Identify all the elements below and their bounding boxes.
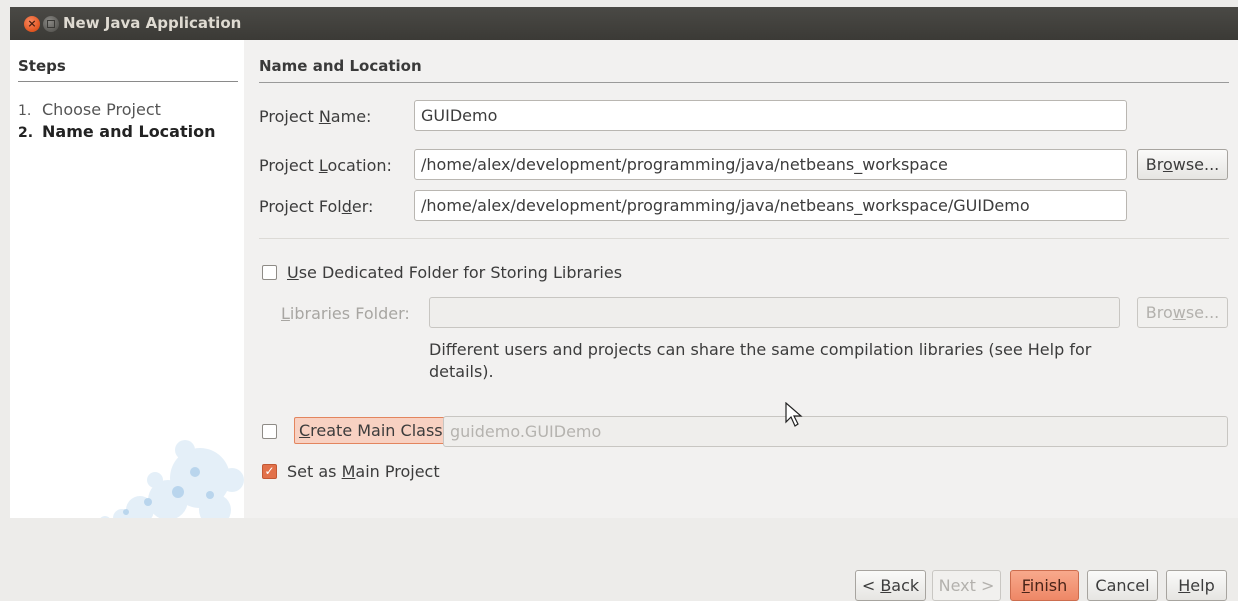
label-text: ocation: [327, 156, 392, 175]
mouse-pointer-icon [785, 402, 803, 427]
label-text: ibraries Folder: [289, 304, 410, 323]
decorative-bubbles-graphic [100, 440, 244, 518]
name-and-location-panel: Name and Location Project Name: GUIDemo … [244, 40, 1238, 518]
btn-text: Bro [1145, 303, 1173, 322]
mnemonic: C [299, 421, 311, 440]
create-main-class-label[interactable]: Create Main Class [294, 417, 448, 444]
label-text: Set as [287, 462, 342, 481]
label-text: er: [351, 197, 374, 216]
btn-text: elp [1190, 576, 1215, 595]
set-main-project-label[interactable]: Set as Main Project [287, 462, 440, 481]
help-line: details). [429, 362, 494, 381]
dedicated-folder-label[interactable]: Use Dedicated Folder for Storing Librari… [287, 263, 622, 282]
section-title: Name and Location [259, 57, 422, 75]
cancel-button[interactable]: Cancel [1087, 570, 1158, 601]
section-divider [259, 82, 1229, 83]
dedicated-folder-checkbox[interactable] [262, 265, 277, 280]
label-text: Project [259, 107, 319, 126]
mnemonic: U [287, 263, 299, 282]
section-separator [259, 238, 1229, 239]
close-icon: × [27, 17, 37, 30]
libraries-folder-input[interactable] [429, 297, 1120, 328]
label-text: ain Project [355, 462, 440, 481]
next-button[interactable]: Next > [932, 570, 1001, 601]
label-text: reate Main Class [310, 421, 443, 440]
mnemonic: H [1178, 576, 1191, 595]
project-folder-input[interactable]: /home/alex/development/programming/java/… [414, 190, 1127, 221]
mnemonic: d [341, 197, 352, 216]
project-location-input[interactable]: /home/alex/development/programming/java/… [414, 149, 1127, 180]
btn-text: inish [1029, 576, 1068, 595]
label-text: Project Fol [259, 197, 342, 216]
title-bar[interactable]: × New Java Application [10, 7, 1238, 40]
mnemonic: B [880, 576, 892, 595]
window-title: New Java Application [63, 14, 242, 32]
mnemonic: F [1021, 576, 1030, 595]
finish-button[interactable]: Finish [1010, 570, 1079, 601]
btn-text: ack [891, 576, 920, 595]
create-main-class-checkbox[interactable] [262, 424, 277, 439]
mnemonic: L [281, 304, 290, 323]
new-java-application-dialog: × New Java Application Steps 1. Choose Pr… [10, 7, 1238, 601]
close-window-button[interactable]: × [24, 16, 40, 32]
browse-libraries-button[interactable]: Browse... [1137, 297, 1228, 328]
project-folder-label: Project Folder: [259, 197, 373, 216]
btn-text: < [861, 576, 881, 595]
label-text: se Dedicated Folder for Storing Librarie… [298, 263, 623, 282]
minimize-window-button[interactable] [43, 16, 59, 32]
btn-text: Br [1145, 155, 1163, 174]
help-button[interactable]: Help [1166, 570, 1227, 601]
btn-text: se... [1185, 303, 1220, 322]
label-text: ame: [330, 107, 372, 126]
btn-text: wse... [1172, 155, 1220, 174]
button-bar: < Back Next > Finish Cancel Help [10, 518, 1238, 601]
minimize-icon [47, 20, 55, 28]
project-name-label: Project Name: [259, 107, 371, 126]
back-button[interactable]: < Back [855, 570, 926, 601]
mnemonic: o [1162, 155, 1173, 174]
main-class-input[interactable]: guidemo.GUIDemo [443, 416, 1228, 447]
project-name-input[interactable]: GUIDemo [414, 100, 1127, 131]
libraries-help-text: Different users and projects can share t… [429, 339, 1091, 383]
mnemonic: N [318, 107, 331, 126]
mnemonic: w [1172, 303, 1186, 322]
steps-panel: Steps 1. Choose Project 2. Name and Locati… [10, 40, 244, 518]
libraries-folder-label: Libraries Folder: [281, 304, 410, 323]
label-text: Project [259, 156, 319, 175]
mnemonic: M [341, 462, 356, 481]
checkmark-icon: ✓ [264, 464, 275, 478]
help-line: Different users and projects can share t… [429, 340, 1092, 359]
project-location-label: Project Location: [259, 156, 392, 175]
set-main-project-checkbox[interactable]: ✓ [262, 464, 277, 479]
browse-button[interactable]: Browse... [1137, 149, 1228, 180]
